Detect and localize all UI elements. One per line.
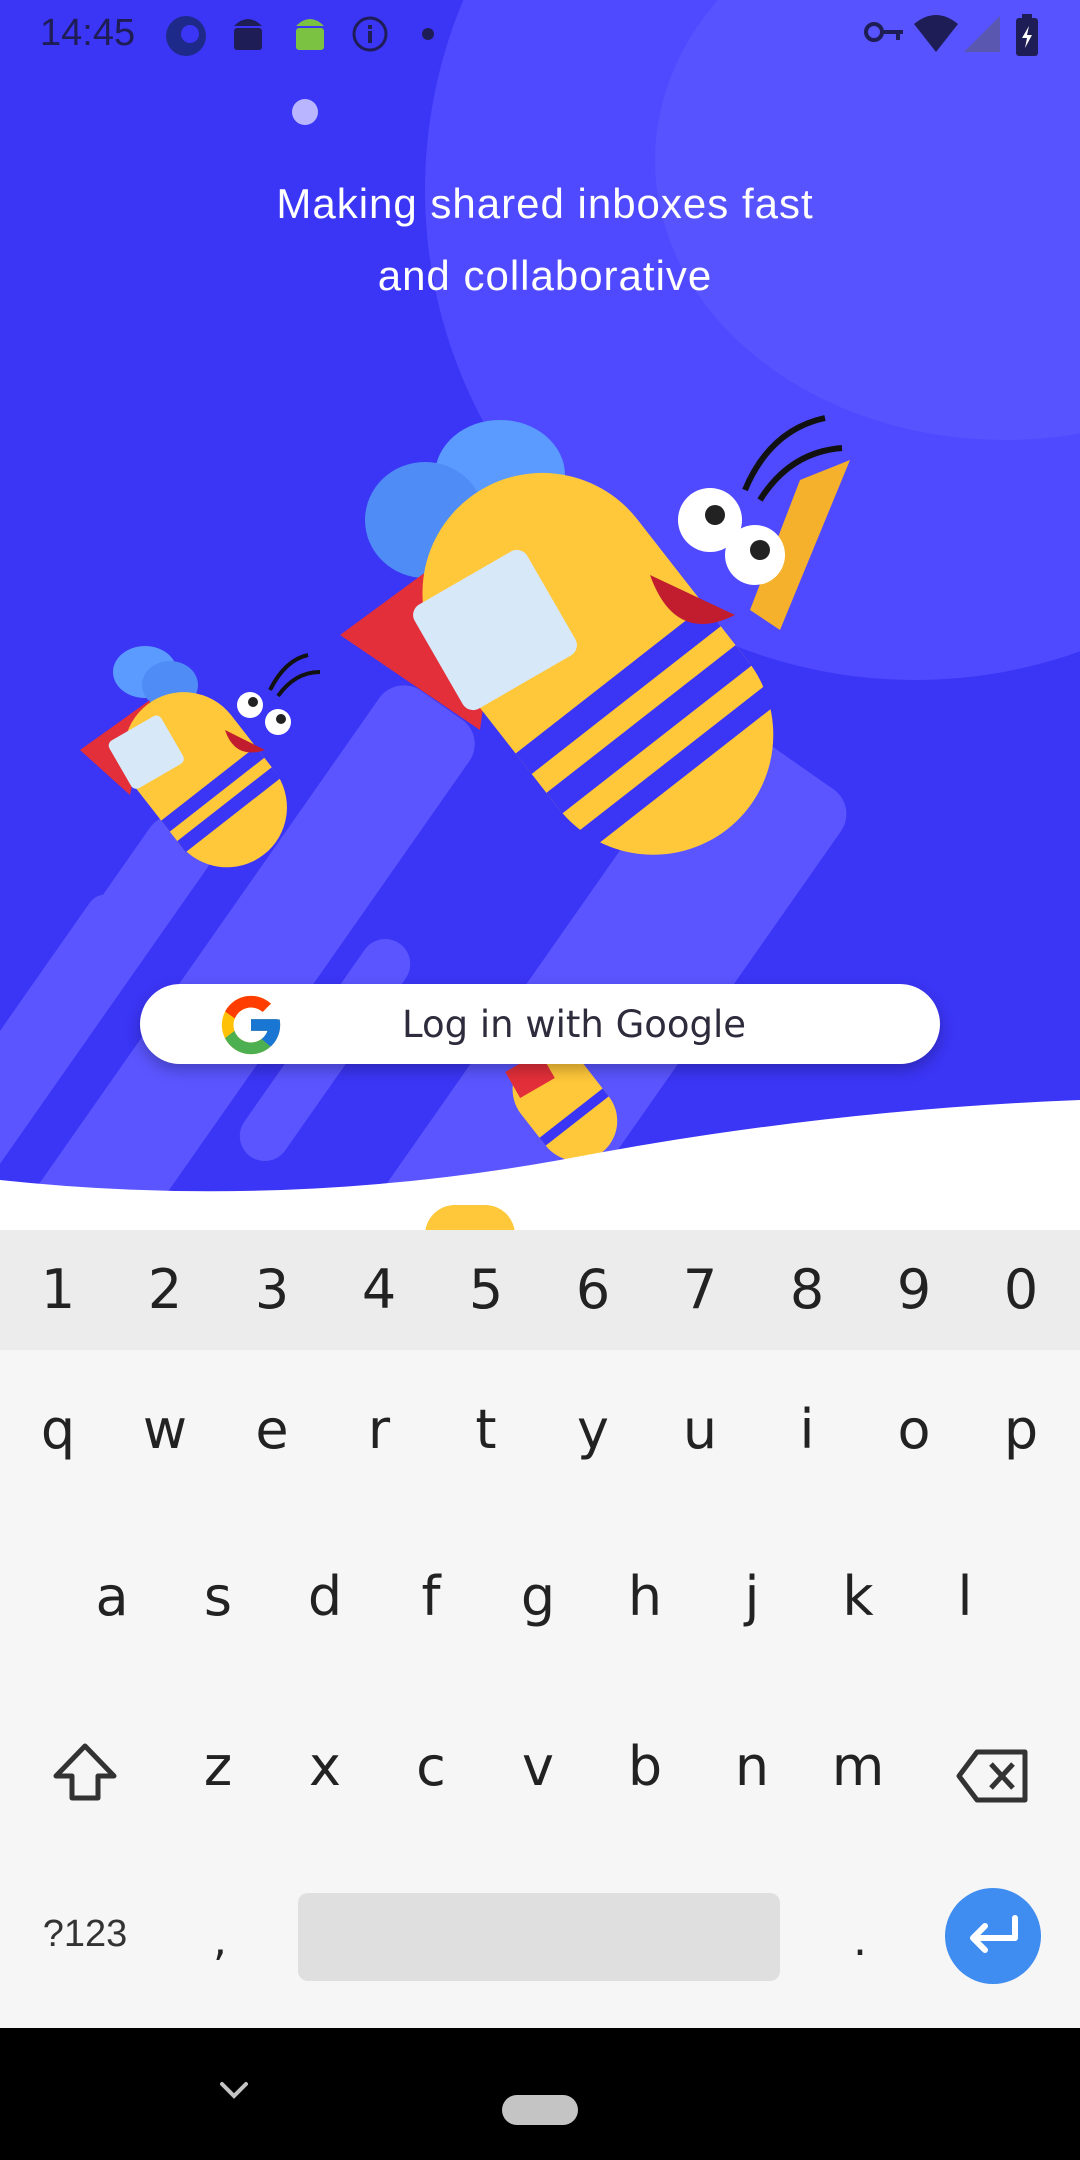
key-u[interactable]: u — [660, 1398, 740, 1461]
small-bee-mascot — [80, 646, 321, 868]
signal-icon — [964, 16, 1000, 52]
dot-icon — [422, 28, 434, 40]
large-bee-mascot — [340, 415, 850, 855]
key-g[interactable]: g — [498, 1565, 578, 1628]
spacebar-key[interactable] — [298, 1893, 780, 1981]
shift-icon[interactable] — [50, 1740, 120, 1804]
key-m[interactable]: m — [818, 1735, 898, 1798]
status-bar: 14:45 — [0, 0, 1080, 68]
wifi-icon — [914, 15, 958, 52]
key-q[interactable]: q — [18, 1398, 98, 1461]
key-8[interactable]: 8 — [767, 1258, 847, 1321]
key-s[interactable]: s — [178, 1565, 258, 1628]
key-w[interactable]: w — [125, 1398, 205, 1461]
key-a[interactable]: a — [72, 1565, 152, 1628]
login-with-google-button[interactable]: Log in with Google — [140, 984, 940, 1064]
android-green-icon — [296, 19, 324, 50]
key-2[interactable]: 2 — [125, 1258, 205, 1321]
enter-key[interactable] — [945, 1888, 1041, 1984]
key-n[interactable]: n — [712, 1735, 792, 1798]
battery-charging-icon — [1016, 14, 1038, 56]
vpn-key-icon — [864, 22, 903, 42]
enter-icon — [970, 1915, 1018, 1953]
login-button-label: Log in with Google — [402, 1003, 747, 1046]
key-c[interactable]: c — [391, 1735, 471, 1798]
page-indicator-dot — [292, 99, 318, 125]
key-9[interactable]: 9 — [874, 1258, 954, 1321]
chevron-down-icon[interactable] — [218, 2078, 250, 2102]
blue-app-icon — [166, 16, 206, 56]
symbols-key[interactable]: ?123 — [30, 1913, 140, 1956]
key-b[interactable]: b — [605, 1735, 685, 1798]
bottom-wave — [0, 1100, 1080, 1230]
key-o[interactable]: o — [874, 1398, 954, 1461]
bee-pupil — [705, 505, 725, 525]
key-e[interactable]: e — [232, 1398, 312, 1461]
comma-key[interactable]: , — [190, 1915, 250, 1966]
key-5[interactable]: 5 — [446, 1258, 526, 1321]
headline-line-1: Making shared inboxes fast — [276, 180, 814, 227]
status-time: 14:45 — [40, 12, 136, 54]
key-3[interactable]: 3 — [232, 1258, 312, 1321]
bee-pupil — [276, 714, 286, 724]
key-i[interactable]: i — [767, 1398, 847, 1461]
period-key[interactable]: . — [830, 1915, 890, 1966]
key-1[interactable]: 1 — [18, 1258, 98, 1321]
key-0[interactable]: 0 — [981, 1258, 1061, 1321]
key-4[interactable]: 4 — [339, 1258, 419, 1321]
key-v[interactable]: v — [498, 1735, 578, 1798]
android-dark-icon — [234, 19, 262, 50]
key-t[interactable]: t — [446, 1398, 526, 1461]
key-p[interactable]: p — [981, 1398, 1061, 1461]
key-d[interactable]: d — [285, 1565, 365, 1628]
google-g-icon — [221, 995, 281, 1055]
key-f[interactable]: f — [391, 1565, 471, 1628]
key-y[interactable]: y — [553, 1398, 633, 1461]
bee-pupil — [750, 540, 770, 560]
key-k[interactable]: k — [818, 1565, 898, 1628]
key-h[interactable]: h — [605, 1565, 685, 1628]
key-z[interactable]: z — [178, 1735, 258, 1798]
bee-antenna — [276, 670, 321, 698]
key-6[interactable]: 6 — [553, 1258, 633, 1321]
key-r[interactable]: r — [339, 1398, 419, 1461]
key-l[interactable]: l — [925, 1565, 1005, 1628]
key-x[interactable]: x — [285, 1735, 365, 1798]
backspace-icon[interactable] — [955, 1748, 1031, 1804]
key-7[interactable]: 7 — [660, 1258, 740, 1321]
key-j[interactable]: j — [712, 1565, 792, 1628]
bee-pupil — [248, 697, 258, 707]
home-pill-icon[interactable] — [502, 2095, 578, 2125]
navigation-bar — [0, 2028, 1080, 2160]
headline-line-2: and collaborative — [377, 252, 713, 299]
info-icon — [352, 16, 388, 52]
